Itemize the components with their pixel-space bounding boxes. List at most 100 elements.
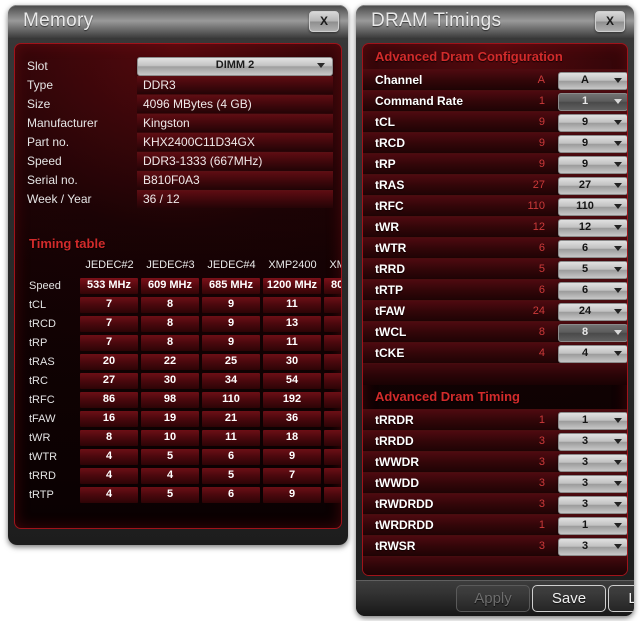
dram-timing-row: tWR 12 12 — [363, 216, 627, 238]
dram-timing-select[interactable]: 5 — [558, 261, 627, 279]
dram-timing-label: tWCL — [375, 325, 407, 339]
chevron-down-icon — [614, 460, 622, 465]
timing-table-cell: 9 — [202, 297, 260, 313]
slot-select[interactable]: DIMM 2 — [137, 57, 333, 76]
section-heading: Advanced Dram Configuration — [375, 49, 563, 64]
dram-timing-select[interactable]: 3 — [558, 475, 627, 493]
memory-info-value-box: DDR3-1333 (667MHz) — [137, 152, 333, 170]
chevron-down-icon — [614, 141, 622, 146]
dram-timing-current-value: 4 — [538, 347, 545, 359]
timing-table-cell-value: 170 — [324, 393, 341, 405]
timing-table-cell: 98 — [141, 392, 199, 408]
timing-table-row-label: tWTR — [29, 451, 58, 463]
close-icon[interactable]: X — [595, 11, 625, 32]
dram-timing-select-value: 110 — [576, 200, 594, 212]
timing-table-cell: 18 — [324, 316, 341, 332]
timing-table-cell: 7 — [263, 468, 321, 484]
memory-info-label: Week / Year — [27, 192, 92, 206]
dram-timing-row: tWWDD 3 3 — [363, 472, 627, 494]
timing-table-cell: 4 — [80, 449, 138, 465]
timing-table-cell: 9 — [263, 487, 321, 503]
chevron-down-icon — [614, 309, 622, 314]
dram-timing-row: tRFC 110 110 — [363, 195, 627, 217]
timing-table-row-label: tWR — [29, 432, 51, 444]
dram-timing-select[interactable]: 1 — [558, 412, 627, 430]
apply-button[interactable]: Apply — [456, 585, 530, 612]
load-button[interactable]: Load — [608, 585, 634, 612]
dram-timing-row: tWRDRDD 1 1 — [363, 514, 627, 536]
dram-timing-select[interactable]: 12 — [558, 219, 627, 237]
chevron-down-icon — [614, 99, 622, 104]
timing-table-cell-value: 16 — [324, 431, 341, 443]
timing-table-cell: 25 — [202, 354, 260, 370]
timing-table-row-label: tRCD — [29, 318, 56, 330]
timing-table-cell-value: 609 MHz — [147, 279, 193, 291]
dram-timing-label: tRWDRDD — [375, 497, 434, 511]
dram-timing-select[interactable]: 6 — [558, 240, 627, 258]
dram-timing-select-value: 9 — [581, 116, 589, 128]
save-button[interactable]: Save — [532, 585, 606, 612]
memory-info-row: Size 4096 MBytes (4 GB) — [15, 95, 341, 114]
memory-info-label: Manufacturer — [27, 116, 98, 130]
memory-info-label: Part no. — [27, 135, 70, 149]
dram-timing-current-value: 8 — [538, 326, 545, 338]
dram-titlebar: DRAM Timings X — [356, 5, 634, 38]
timing-table-cell-value: 6 — [227, 488, 235, 500]
timing-table-cell-value: 4 — [105, 469, 113, 481]
chevron-down-icon — [614, 351, 622, 356]
dram-timing-select-value: 3 — [581, 498, 589, 510]
dram-timing-select[interactable]: 9 — [558, 135, 627, 153]
timing-table-cell: 11 — [324, 297, 341, 313]
dram-timing-select[interactable]: A — [558, 72, 627, 90]
timing-table-cell-value: 18 — [324, 317, 341, 329]
dram-timing-select[interactable]: 3 — [558, 538, 627, 556]
dram-timing-select[interactable]: 4 — [558, 345, 627, 363]
timing-table-cell-value: 7 — [288, 469, 296, 481]
dram-timing-select[interactable]: 1 — [558, 93, 627, 111]
dram-timing-select[interactable]: 27 — [558, 177, 627, 195]
dram-timing-select[interactable]: 9 — [558, 156, 627, 174]
timing-table-row-label: tRAS — [29, 356, 55, 368]
memory-info-row: Serial no. B810F0A3 — [15, 171, 341, 190]
chevron-down-icon — [614, 246, 622, 251]
dram-timing-select[interactable]: 8 — [558, 324, 627, 342]
dram-timing-label: tRFC — [375, 199, 404, 213]
timing-table-cell-value: 34 — [224, 374, 238, 386]
close-icon[interactable]: X — [309, 11, 339, 32]
dram-timing-select-value: A — [581, 74, 589, 86]
dram-timing-select[interactable]: 110 — [558, 198, 627, 216]
dram-timing-label: tWWDD — [375, 476, 419, 490]
timing-table-heading: Timing table — [29, 236, 106, 251]
timing-table: JEDEC#2 JEDEC#3 JEDEC#4 XMP2400 XMP1600 Speed… — [23, 259, 341, 509]
dram-timing-row: tWCL 8 8 — [363, 321, 627, 343]
dram-timing-row: tRTP 6 6 — [363, 279, 627, 301]
timing-table-cell: 30 — [324, 354, 341, 370]
timing-table-row-label: tRRD — [29, 470, 56, 482]
memory-info-row: Part no. KHX2400C11D34GX — [15, 133, 341, 152]
timing-table-cell: 7 — [80, 316, 138, 332]
timing-table-cell-value: 11 — [324, 336, 341, 348]
dram-timing-select[interactable]: 9 — [558, 114, 627, 132]
dram-timing-select[interactable]: 1 — [558, 517, 627, 535]
timing-table-cell: 8 — [80, 430, 138, 446]
dram-timing-select[interactable]: 3 — [558, 496, 627, 514]
timing-table-cell-value: 4 — [166, 469, 174, 481]
timing-table-cell: 16 — [80, 411, 138, 427]
chevron-down-icon — [614, 523, 622, 528]
dram-timing-select-value: 1 — [581, 519, 589, 531]
timing-table-cell-value: 9 — [288, 488, 296, 500]
timing-table-cell-value: 25 — [224, 355, 238, 367]
timing-table-cell-value: 9 — [227, 298, 235, 310]
dram-timing-select[interactable]: 6 — [558, 282, 627, 300]
timing-table-row-label: Speed — [29, 280, 61, 292]
memory-info-value: KHX2400C11D34GX — [143, 135, 255, 149]
dram-timing-select[interactable]: 3 — [558, 454, 627, 472]
timing-table-cell-value: 20 — [102, 355, 116, 367]
dram-timing-label: Channel — [375, 73, 423, 87]
dram-timing-select[interactable]: 24 — [558, 303, 627, 321]
dram-timing-select[interactable]: 3 — [558, 433, 627, 451]
dram-empty-row — [363, 363, 627, 385]
dram-timing-select-value: 1 — [581, 95, 589, 107]
memory-info-row: Manufacturer Kingston — [15, 114, 341, 133]
memory-content-board: Slot DIMM 2 Type DDR3 Size 4096 MBytes (4 GB)… — [14, 43, 342, 529]
